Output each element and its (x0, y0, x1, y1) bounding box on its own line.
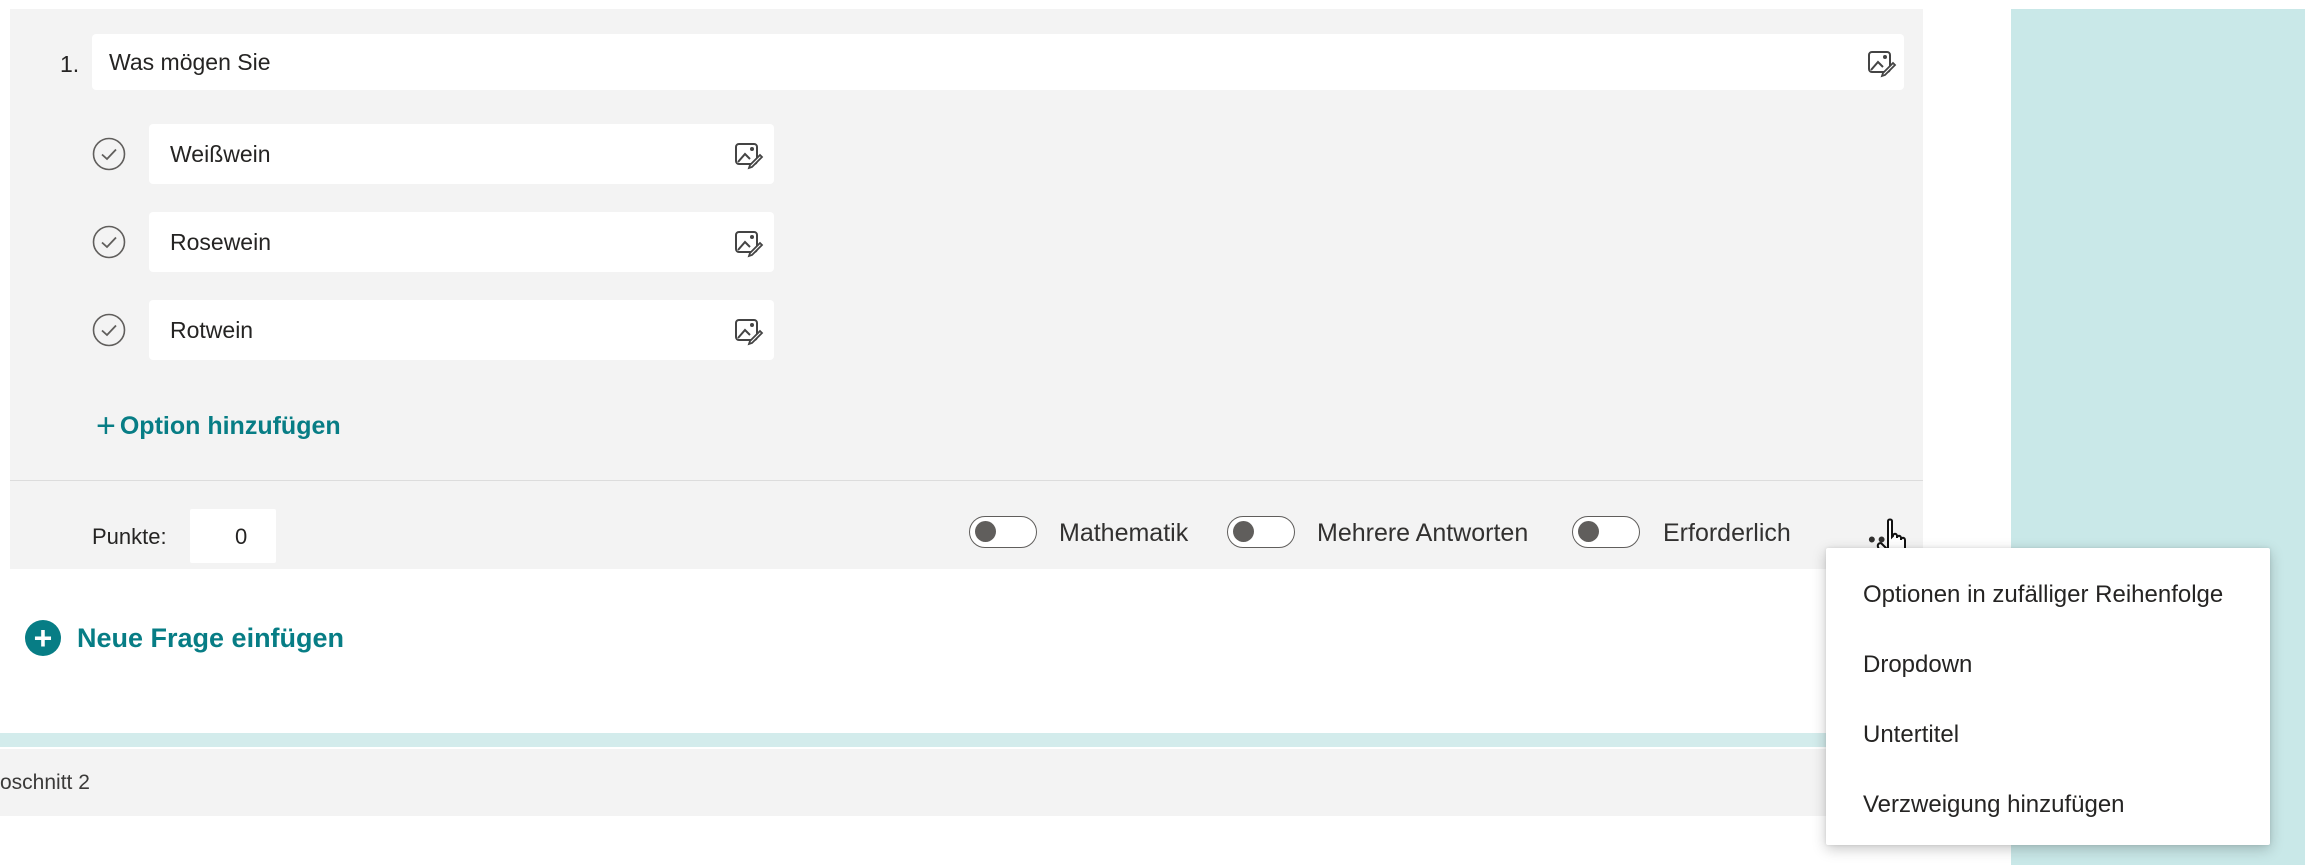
option-label: Rosewein (170, 229, 271, 255)
add-option-button[interactable]: + Option hinzufügen (96, 401, 341, 451)
menu-item-dropdown[interactable]: Dropdown (1863, 635, 2263, 695)
option-label: Weißwein (170, 141, 271, 167)
section-header[interactable]: oschnitt 2 (0, 749, 2011, 816)
question-card[interactable]: 1. Was mögen Sie Weißwein Rosewein Rotwe… (10, 9, 1923, 569)
insert-media-icon[interactable] (732, 138, 764, 170)
menu-item-shuffle-options[interactable]: Optionen in zufälliger Reihenfolge (1863, 565, 2263, 625)
plus-icon: + (96, 407, 116, 445)
option-row: Rotwein (92, 300, 792, 360)
math-toggle[interactable] (969, 516, 1037, 548)
option-field[interactable]: Rotwein (149, 300, 774, 360)
required-toggle-label: Erforderlich (1663, 519, 1791, 547)
insert-media-icon[interactable] (1865, 46, 1897, 78)
plus-circle-icon: + (25, 620, 61, 656)
insert-media-icon[interactable] (732, 314, 764, 346)
checkmark-circle-icon[interactable] (92, 313, 126, 347)
points-label: Punkte: (92, 524, 167, 549)
checkmark-circle-icon[interactable] (92, 225, 126, 259)
section-title: oschnitt 2 (0, 771, 90, 794)
points-value: 0 (235, 524, 248, 549)
toggle-knob (1233, 521, 1254, 542)
checkmark-circle-icon[interactable] (92, 137, 126, 171)
new-question-label: Neue Frage einfügen (77, 622, 345, 653)
divider (10, 480, 1923, 481)
multiple-answers-toggle-label: Mehrere Antworten (1317, 519, 1529, 547)
insert-media-icon[interactable] (732, 226, 764, 258)
new-question-button[interactable]: + Neue Frage einfügen (25, 618, 344, 658)
toggle-knob (975, 521, 996, 542)
option-row: Rosewein (92, 212, 792, 272)
question-number: 1. (60, 51, 80, 77)
menu-item-add-branching[interactable]: Verzweigung hinzufügen (1863, 775, 2263, 835)
question-title-field[interactable]: Was mögen Sie (92, 34, 1904, 90)
math-toggle-label: Mathematik (1059, 519, 1189, 547)
menu-item-subtitle[interactable]: Untertitel (1863, 705, 2263, 765)
required-toggle[interactable] (1572, 516, 1640, 548)
option-label: Rotwein (170, 317, 254, 343)
option-field[interactable]: Weißwein (149, 124, 774, 184)
option-field[interactable]: Rosewein (149, 212, 774, 272)
toggle-knob (1578, 521, 1599, 542)
multiple-answers-toggle[interactable] (1227, 516, 1295, 548)
option-row: Weißwein (92, 124, 792, 184)
add-option-label: Option hinzufügen (119, 411, 341, 440)
points-input[interactable]: 0 (190, 509, 276, 563)
section-separator (0, 733, 2011, 747)
more-options-menu: Optionen in zufälliger Reihenfolge Dropd… (1826, 548, 2270, 845)
question-title-text: Was mögen Sie (109, 49, 271, 75)
